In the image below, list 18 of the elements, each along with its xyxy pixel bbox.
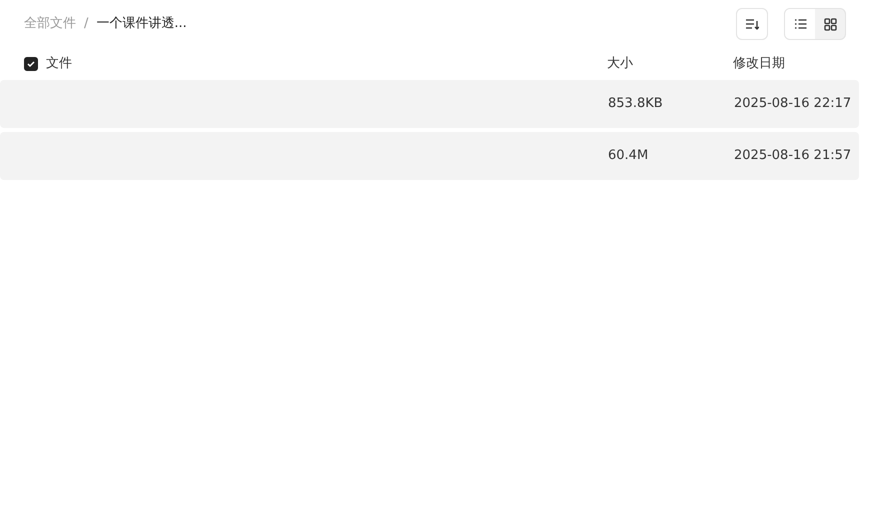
grid-icon — [824, 18, 836, 30]
file-row[interactable]: 60.4M 2025-08-16 21:57 — [0, 132, 859, 180]
check-icon — [27, 60, 35, 68]
sort-button[interactable] — [736, 8, 768, 40]
list-icon — [794, 18, 806, 30]
list-view-button[interactable] — [785, 9, 815, 39]
breadcrumb-separator: / — [84, 15, 88, 34]
file-size: 853.8KB — [608, 95, 664, 114]
column-header[interactable]: 文件 — [46, 56, 72, 72]
select-all-checkbox[interactable] — [24, 57, 38, 71]
modified-date: 2025-08-16 22:17 — [734, 95, 852, 114]
column-header[interactable]: 大小 — [607, 56, 633, 72]
file-row[interactable]: 853.8KB 2025-08-16 22:17 — [0, 80, 859, 128]
file-size: 60.4M — [608, 147, 650, 166]
modified-date: 2025-08-16 21:57 — [734, 147, 852, 166]
column-header[interactable]: 修改日期 — [733, 56, 785, 72]
breadcrumb-link[interactable]: 一个课件讲透... — [96, 14, 187, 34]
sort-icon — [745, 18, 759, 30]
